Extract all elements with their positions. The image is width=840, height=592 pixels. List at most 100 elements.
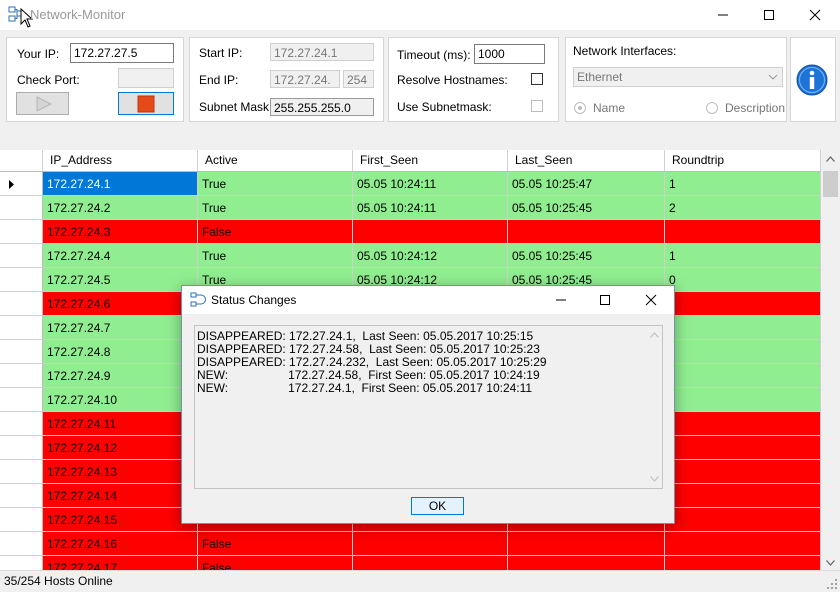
cell-ip[interactable]: 172.27.24.11 <box>43 412 198 436</box>
cell-first-seen[interactable] <box>353 532 508 556</box>
status-changes-textbox[interactable]: DISAPPEARED: 172.27.24.1, Last Seen: 05.… <box>194 325 663 489</box>
maximize-button[interactable] <box>746 0 792 30</box>
cell-ip[interactable]: 172.27.24.1 <box>43 172 198 196</box>
cell-ip[interactable]: 172.27.24.10 <box>43 388 198 412</box>
cell-ip[interactable]: 172.27.24.16 <box>43 532 198 556</box>
cell-active[interactable]: True <box>198 172 353 196</box>
cell-last-seen[interactable]: 05.05 10:25:45 <box>508 244 665 268</box>
cell-roundtrip[interactable] <box>665 508 821 532</box>
timeout-field[interactable]: 1000 <box>474 44 545 64</box>
cell-ip[interactable]: 172.27.24.15 <box>43 508 198 532</box>
row-header[interactable] <box>0 484 43 508</box>
cell-roundtrip[interactable] <box>665 532 821 556</box>
check-port-field[interactable] <box>118 68 174 88</box>
row-header[interactable] <box>0 244 43 268</box>
close-button[interactable] <box>792 0 838 30</box>
resolve-hostnames-checkbox[interactable] <box>531 73 543 85</box>
row-header[interactable] <box>0 196 43 220</box>
row-header[interactable] <box>0 340 43 364</box>
start-ip-field[interactable]: 172.27.24.1 <box>270 43 374 61</box>
cell-ip[interactable]: 172.27.24.5 <box>43 268 198 292</box>
cell-roundtrip[interactable] <box>665 436 821 460</box>
cell-roundtrip[interactable] <box>665 364 821 388</box>
cell-active[interactable]: False <box>198 220 353 244</box>
row-header[interactable] <box>0 364 43 388</box>
cell-roundtrip[interactable] <box>665 340 821 364</box>
cell-last-seen[interactable] <box>508 532 665 556</box>
cell-last-seen[interactable]: 05.05 10:25:45 <box>508 196 665 220</box>
row-header[interactable] <box>0 316 43 340</box>
cell-active[interactable]: False <box>198 532 353 556</box>
grid-vertical-scrollbar[interactable] <box>821 150 840 570</box>
your-ip-field[interactable]: 172.27.27.5 <box>70 43 174 63</box>
row-header[interactable] <box>0 460 43 484</box>
radio-name[interactable] <box>574 102 586 114</box>
row-header[interactable] <box>0 532 43 556</box>
cell-roundtrip[interactable] <box>665 292 821 316</box>
cell-active[interactable]: True <box>198 244 353 268</box>
column-header-last-seen[interactable]: Last_Seen <box>508 150 665 171</box>
cell-first-seen[interactable] <box>353 220 508 244</box>
table-row[interactable]: 172.27.24.2 True 05.05 10:24:11 05.05 10:25… <box>0 196 821 220</box>
scrollbar-thumb[interactable] <box>823 171 838 197</box>
row-header[interactable] <box>0 268 43 292</box>
cell-roundtrip[interactable] <box>665 460 821 484</box>
cell-roundtrip[interactable]: 1 <box>665 244 821 268</box>
column-header-ip[interactable]: IP_Address <box>43 150 198 171</box>
cell-ip[interactable]: 172.27.24.7 <box>43 316 198 340</box>
row-header[interactable] <box>0 388 43 412</box>
row-header[interactable] <box>0 172 43 196</box>
cell-ip[interactable]: 172.27.24.6 <box>43 292 198 316</box>
column-header-first-seen[interactable]: First_Seen <box>353 150 508 171</box>
cell-ip[interactable]: 172.27.24.3 <box>43 220 198 244</box>
column-header-active[interactable]: Active <box>198 150 353 171</box>
row-header[interactable] <box>0 556 43 570</box>
ok-button[interactable]: OK <box>411 497 464 515</box>
info-button[interactable] <box>795 63 829 100</box>
row-header[interactable] <box>0 292 43 316</box>
cell-roundtrip[interactable] <box>665 316 821 340</box>
cell-ip[interactable]: 172.27.24.9 <box>43 364 198 388</box>
table-row[interactable]: 172.27.24.1 True 05.05 10:24:11 05.05 10:25… <box>0 172 821 196</box>
row-header[interactable] <box>0 436 43 460</box>
cell-ip[interactable]: 172.27.24.12 <box>43 436 198 460</box>
row-header[interactable] <box>0 412 43 436</box>
row-header[interactable] <box>0 508 43 532</box>
cell-first-seen[interactable]: 05.05 10:24:11 <box>353 172 508 196</box>
cell-roundtrip[interactable] <box>665 484 821 508</box>
end-ip-prefix-field[interactable]: 172.27.24. <box>270 70 340 88</box>
cell-roundtrip[interactable]: 2 <box>665 196 821 220</box>
resize-grip-icon[interactable] <box>826 578 838 590</box>
end-ip-last-field[interactable]: 254 <box>343 70 374 88</box>
dialog-close-button[interactable] <box>628 286 674 314</box>
cell-ip[interactable]: 172.27.24.2 <box>43 196 198 220</box>
cell-ip[interactable]: 172.27.24.13 <box>43 460 198 484</box>
dialog-maximize-button[interactable] <box>582 286 628 314</box>
table-row[interactable]: 172.27.24.17 False <box>0 556 821 570</box>
dialog-minimize-button[interactable] <box>538 286 584 314</box>
cell-roundtrip[interactable] <box>665 220 821 244</box>
cell-ip[interactable]: 172.27.24.17 <box>43 556 198 570</box>
table-row[interactable]: 172.27.24.4 True 05.05 10:24:12 05.05 10:25… <box>0 244 821 268</box>
cell-roundtrip[interactable]: 0 <box>665 268 821 292</box>
cell-roundtrip[interactable] <box>665 556 821 570</box>
subnet-mask-field[interactable]: 255.255.255.0 <box>270 98 374 116</box>
minimize-button[interactable] <box>700 0 746 30</box>
table-row[interactable]: 172.27.24.16 False <box>0 532 821 556</box>
cell-last-seen[interactable] <box>508 556 665 570</box>
network-interface-select[interactable]: Ethernet <box>573 67 783 87</box>
cell-first-seen[interactable]: 05.05 10:24:12 <box>353 244 508 268</box>
cell-first-seen[interactable]: 05.05 10:24:11 <box>353 196 508 220</box>
cell-first-seen[interactable] <box>353 556 508 570</box>
cell-active[interactable]: True <box>198 196 353 220</box>
cell-roundtrip[interactable] <box>665 412 821 436</box>
cell-roundtrip[interactable] <box>665 388 821 412</box>
cell-roundtrip[interactable]: 1 <box>665 172 821 196</box>
cell-ip[interactable]: 172.27.24.14 <box>43 484 198 508</box>
table-row[interactable]: 172.27.24.3 False <box>0 220 821 244</box>
use-subnetmask-checkbox[interactable] <box>531 100 543 112</box>
radio-description[interactable] <box>706 102 718 114</box>
cell-active[interactable]: False <box>198 556 353 570</box>
row-header[interactable] <box>0 220 43 244</box>
start-scan-button[interactable] <box>16 92 69 115</box>
